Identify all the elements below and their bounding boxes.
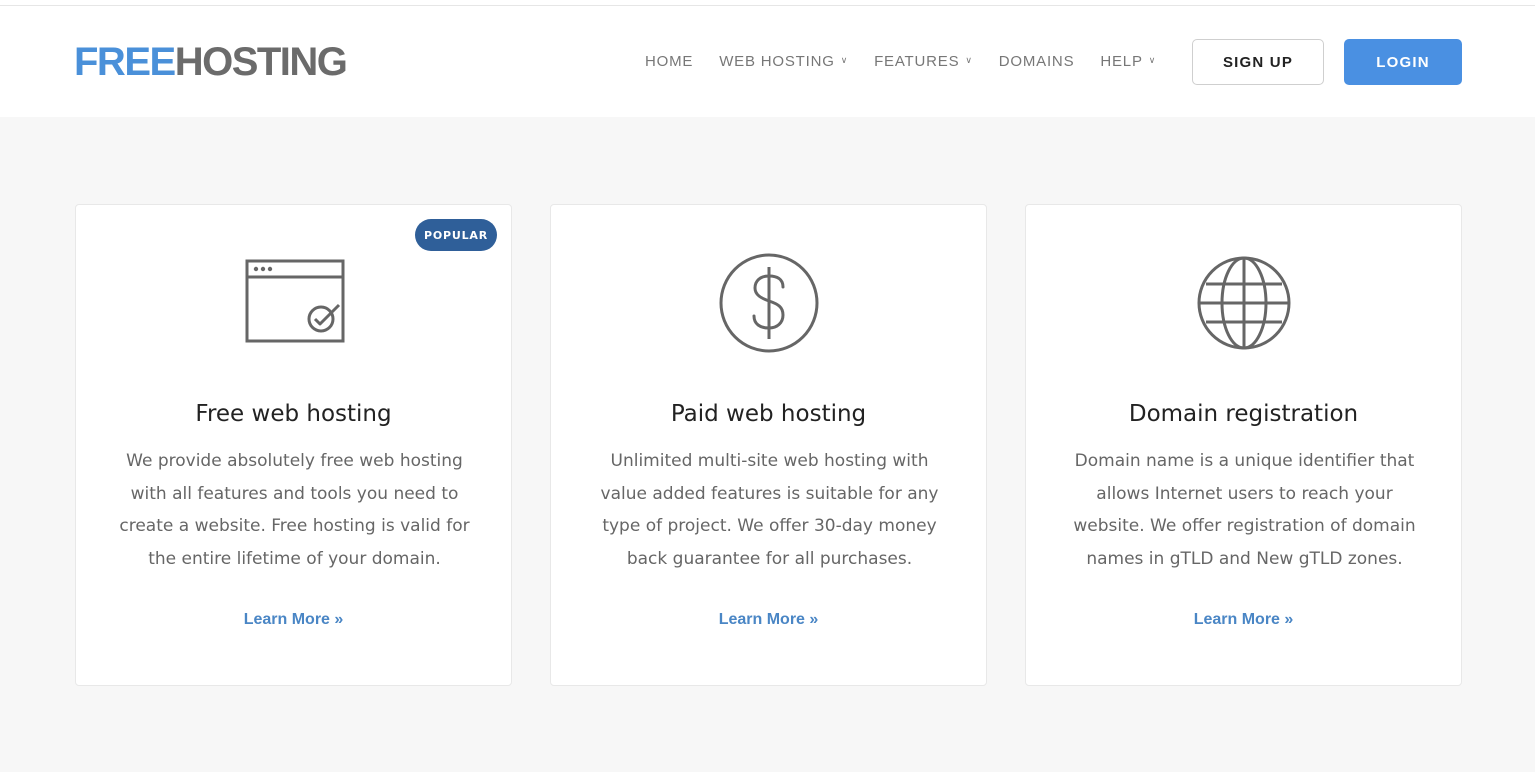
card-title: Free web hosting: [195, 401, 392, 427]
nav-home-label: HOME: [645, 52, 694, 70]
globe-icon: [1197, 256, 1290, 350]
learn-more-link[interactable]: Learn More »: [76, 611, 511, 629]
login-button[interactable]: LOGIN: [1344, 39, 1462, 85]
logo-free: FREE: [74, 40, 176, 84]
card-title: Domain registration: [1128, 401, 1359, 427]
nav-domains-label: DOMAINS: [998, 52, 1075, 70]
nav-web-hosting-label: WEB HOSTING: [719, 52, 835, 70]
card-paid-web-hosting: Paid web hosting Unlimited multi-site we…: [550, 204, 987, 686]
nav-home[interactable]: HOME: [645, 53, 693, 70]
dollar-icon: [719, 253, 818, 353]
chevron-down-icon: ∨: [1148, 54, 1157, 65]
learn-more-link[interactable]: Learn More »: [1026, 611, 1461, 629]
learn-more-link[interactable]: Learn More »: [551, 611, 986, 629]
logo-hosting: HOSTING: [174, 40, 348, 84]
card-domain-registration: Domain registration Domain name is a uni…: [1025, 204, 1462, 686]
popular-badge: POPULAR: [415, 219, 497, 251]
site-header: FREEHOSTING HOME WEB HOSTING ∨ FEATURES …: [0, 6, 1535, 117]
chevron-down-icon: ∨: [965, 54, 973, 65]
site-logo[interactable]: FREEHOSTING: [74, 40, 348, 84]
nav-features[interactable]: FEATURES ∨: [874, 53, 973, 70]
sign-up-button[interactable]: SIGN UP: [1192, 39, 1324, 85]
nav-domains[interactable]: DOMAINS: [999, 53, 1075, 70]
nav-help[interactable]: HELP ∨: [1100, 53, 1156, 70]
browser-check-icon: [245, 259, 344, 343]
card-description: Domain name is a unique identifier that …: [1073, 451, 1416, 569]
nav-help-label: HELP: [1100, 52, 1143, 70]
chevron-down-icon: ∨: [840, 54, 849, 65]
main-nav: HOME WEB HOSTING ∨ FEATURES ∨ DOMAINS HE…: [645, 50, 1156, 72]
card-description: Unlimited multi-site web hosting with va…: [600, 451, 939, 569]
nav-features-label: FEATURES: [874, 52, 960, 70]
nav-web-hosting[interactable]: WEB HOSTING ∨: [719, 53, 848, 70]
card-free-web-hosting: POPULAR Free web hosting We provide abso…: [75, 204, 512, 686]
card-title: Paid web hosting: [670, 401, 867, 427]
card-description: We provide absolutely free web hosting w…: [119, 451, 470, 569]
